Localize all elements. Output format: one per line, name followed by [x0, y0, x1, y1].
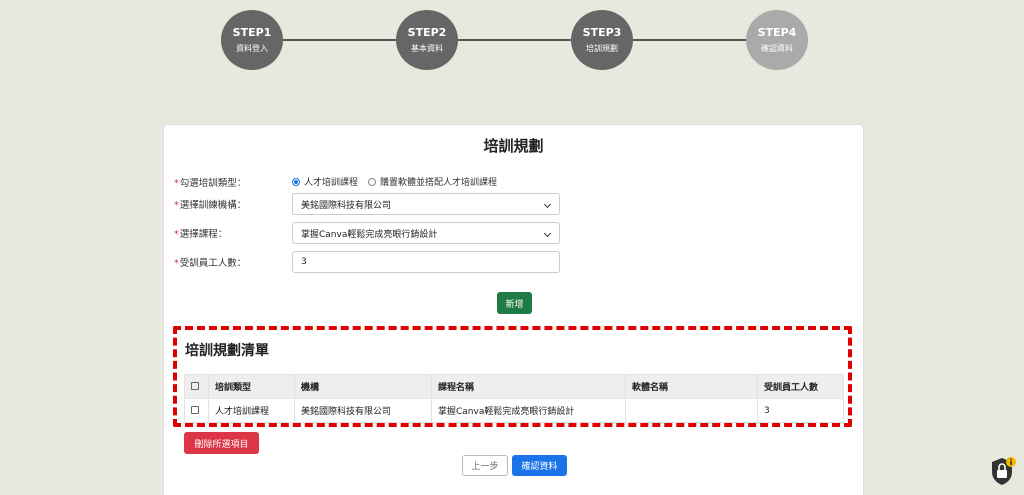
lock-icon [992, 457, 1016, 485]
step-2[interactable]: STEP2 基本資料 [396, 10, 458, 70]
column-header: 受訓員工人數 [757, 374, 844, 399]
training-org-row: *選擇訓練機構： 美銘國際科技有限公司 [164, 193, 863, 217]
table-cell: 3 [757, 398, 844, 423]
previous-step-button[interactable]: 上一步 [462, 455, 508, 476]
chevron-down-icon [543, 229, 552, 238]
step-1[interactable]: STEP1 資料登入 [221, 10, 283, 70]
training-type-radio-group: 人才培訓課程 購置軟體並搭配人才培訓課程 [292, 175, 507, 188]
required-mark: * [174, 229, 179, 240]
add-button[interactable]: 新增 [497, 292, 532, 314]
delete-selected-button[interactable]: 刪除所選項目 [184, 432, 259, 454]
course-label: *選擇課程： [174, 226, 227, 240]
training-type-label: *勾選培訓類型： [174, 175, 246, 189]
employee-count-input[interactable]: 3 [292, 251, 560, 273]
required-mark: * [174, 258, 179, 269]
page-title: 培訓規劃 [483, 137, 544, 155]
step-label: 基本資料 [411, 43, 443, 53]
step-connector [633, 39, 746, 41]
step-connector [283, 39, 396, 41]
label-text: 勾選培訓類型： [179, 178, 247, 189]
table-cell [625, 398, 758, 423]
step-number: STEP2 [407, 25, 447, 39]
step-3[interactable]: STEP3 培訓規劃 [571, 10, 633, 70]
radio-unchecked-icon[interactable] [368, 177, 377, 186]
course-select[interactable]: 掌握Canva輕鬆完成亮眼行銷設計 [292, 222, 560, 244]
employee-count-row: *受訓員工人數： 3 [164, 251, 863, 275]
input-value: 3 [301, 257, 307, 267]
step-label: 培訓規劃 [586, 43, 618, 53]
label-text: 受訓員工人數： [179, 258, 247, 269]
radio-software-course[interactable]: 購置軟體並搭配人才培訓課程 [368, 175, 497, 188]
step-4[interactable]: STEP4 確認資料 [746, 10, 808, 70]
column-header: 機構 [294, 374, 432, 399]
course-row: *選擇課程： 掌握Canva輕鬆完成亮眼行銷設計 [164, 222, 863, 246]
table-row: 人才培訓課程 美銘國際科技有限公司 掌握Canva輕鬆完成亮眼行銷設計 3 [184, 398, 844, 423]
lock-info-icon[interactable] [988, 456, 1018, 486]
row-select-cell [184, 398, 209, 423]
training-plan-table: 培訓類型 機構 課程名稱 軟體名稱 受訓員工人數 人才培訓課程 美銘國際科技有限… [184, 374, 844, 423]
radio-label: 購置軟體並搭配人才培訓課程 [380, 178, 498, 188]
step-label: 資料登入 [236, 43, 268, 53]
column-header: 軟體名稱 [625, 374, 758, 399]
step-connector [458, 39, 571, 41]
progress-stepper: STEP1 資料登入 STEP2 基本資料 STEP3 培訓規劃 STEP4 確… [221, 10, 809, 70]
step-number: STEP3 [582, 25, 622, 39]
label-text: 選擇課程： [179, 229, 228, 240]
training-org-select[interactable]: 美銘國際科技有限公司 [292, 193, 560, 215]
row-checkbox[interactable] [191, 406, 199, 414]
training-plan-card: 培訓規劃 *勾選培訓類型： 人才培訓課程 購置軟體並搭配人才培訓課程 *選擇訓練… [163, 124, 864, 495]
table-cell: 人才培訓課程 [208, 398, 295, 423]
step-number: STEP4 [757, 25, 797, 39]
required-mark: * [174, 178, 179, 189]
column-header: 課程名稱 [431, 374, 626, 399]
table-cell: 掌握Canva輕鬆完成亮眼行銷設計 [431, 398, 626, 423]
select-all-cell [184, 374, 209, 399]
radio-checked-icon[interactable] [292, 177, 300, 186]
select-value: 掌握Canva輕鬆完成亮眼行銷設計 [301, 229, 438, 240]
select-all-checkbox[interactable] [191, 382, 199, 390]
training-plan-list: 培訓規劃清單 培訓類型 機構 課程名稱 軟體名稱 受訓員工人數 人才培訓課程 美… [174, 330, 854, 438]
column-header: 培訓類型 [208, 374, 295, 399]
table-cell: 美銘國際科技有限公司 [294, 398, 432, 423]
step-number: STEP1 [232, 25, 272, 39]
training-org-label: *選擇訓練機構： [174, 197, 246, 211]
step-label: 確認資料 [761, 43, 793, 53]
radio-label: 人才培訓課程 [304, 178, 359, 188]
radio-talent-course[interactable]: 人才培訓課程 [292, 175, 358, 188]
list-title: 培訓規劃清單 [185, 343, 269, 359]
label-text: 選擇訓練機構： [179, 200, 247, 211]
confirm-data-button[interactable]: 確認資料 [512, 455, 567, 476]
select-value: 美銘國際科技有限公司 [301, 200, 392, 211]
chevron-down-icon [543, 200, 552, 209]
required-mark: * [174, 200, 179, 211]
table-header-row: 培訓類型 機構 課程名稱 軟體名稱 受訓員工人數 [184, 374, 844, 399]
training-type-row: *勾選培訓類型： 人才培訓課程 購置軟體並搭配人才培訓課程 [164, 171, 863, 195]
employee-count-label: *受訓員工人數： [174, 255, 246, 269]
